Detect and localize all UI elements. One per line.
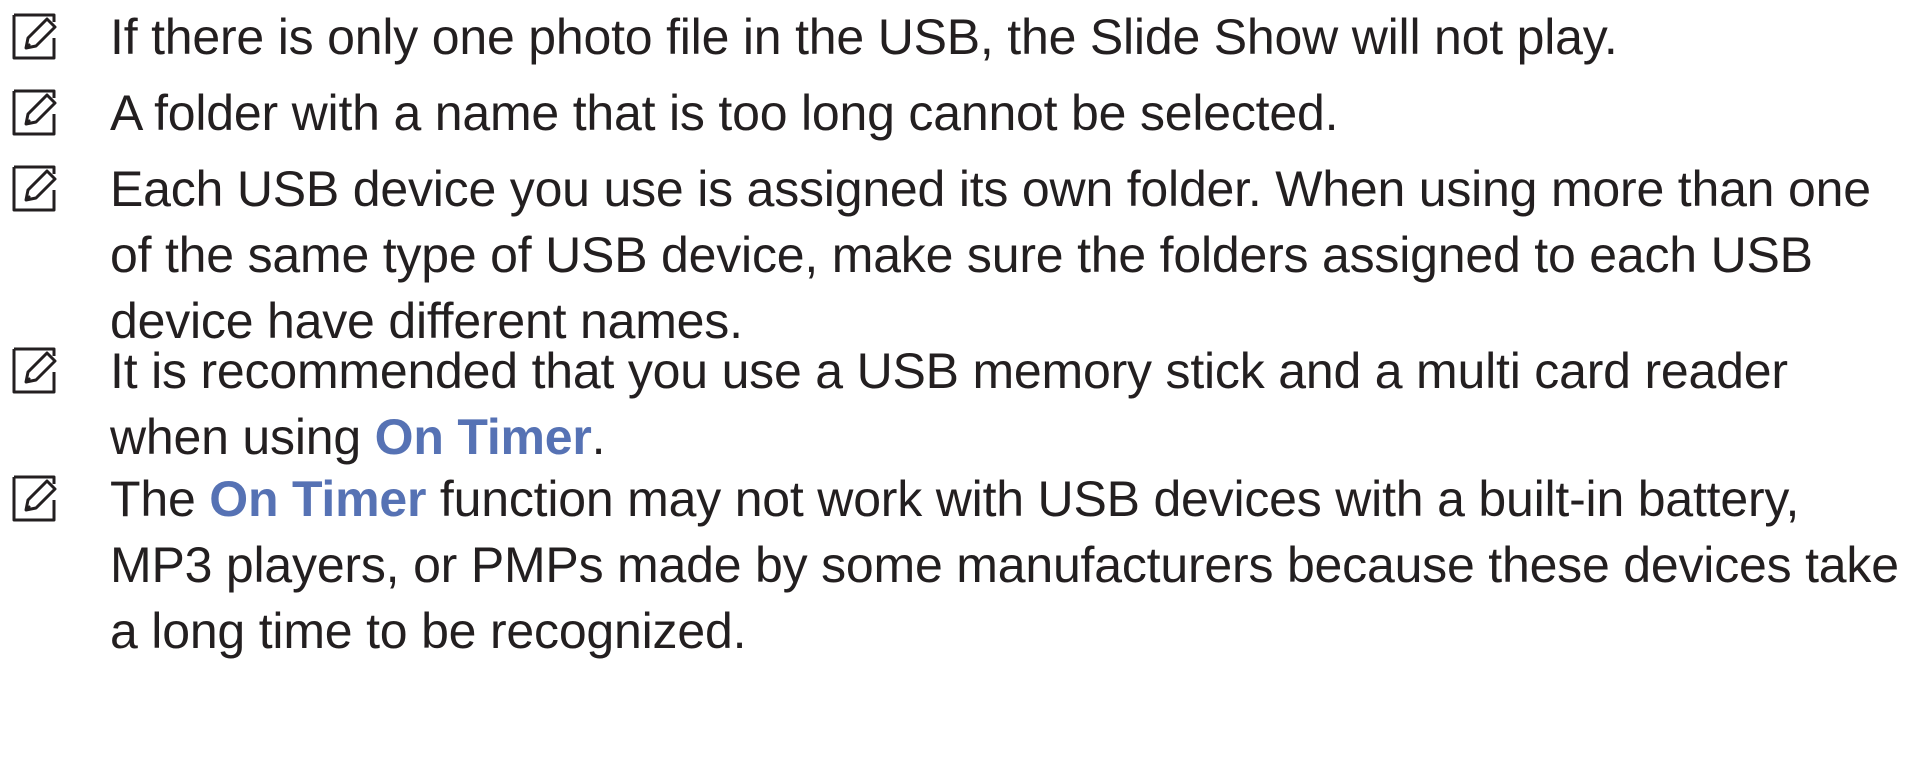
note-text: It is recommended that you use a USB mem…	[110, 338, 1900, 470]
note-text-part: It is recommended that you use a USB mem…	[110, 343, 1788, 465]
note-text: The On Timer function may not work with …	[110, 466, 1900, 664]
on-timer-link[interactable]: On Timer	[209, 471, 426, 527]
note-text: If there is only one photo file in the U…	[110, 9, 1618, 65]
note-pencil-icon	[10, 88, 60, 138]
note-pencil-icon	[10, 346, 60, 396]
on-timer-link[interactable]: On Timer	[375, 409, 592, 465]
note-pencil-icon	[10, 474, 60, 524]
note-pencil-icon	[10, 12, 60, 62]
note-text-part: The	[110, 471, 210, 527]
note-text: A folder with a name that is too long ca…	[110, 85, 1339, 141]
note-text-part: .	[591, 409, 606, 465]
note-list: If there is only one photo file in the U…	[0, 0, 1907, 768]
note-pencil-icon	[10, 164, 60, 214]
note-text: Each USB device you use is assigned its …	[110, 161, 1871, 349]
